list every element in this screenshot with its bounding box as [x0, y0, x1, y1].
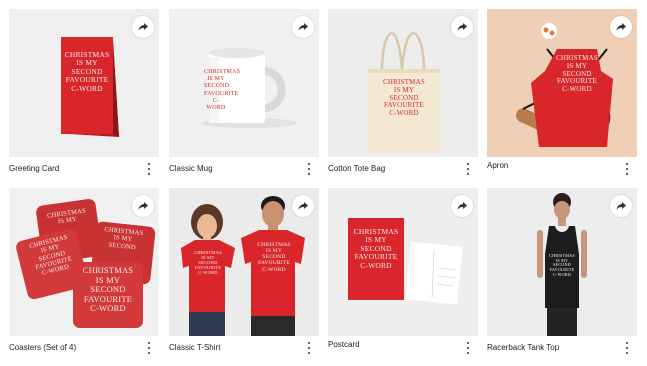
product-image[interactable]: CHRISTMAS IS MY SECOND FAVOURITE C-WORD CHRI…: [169, 188, 319, 336]
more-vertical-icon: [626, 163, 628, 165]
design-print: CHRISTMAS IS MY SECOND FAVOURITE C-WORD: [194, 250, 222, 276]
more-vertical-icon: [148, 342, 150, 344]
share-button[interactable]: [292, 16, 314, 38]
product-title[interactable]: Cotton Tote Bag: [328, 164, 385, 173]
product-card-classic-mug[interactable]: CHRISTMAS IS MY SECOND FAVOURITE C-WORD Clas…: [169, 9, 319, 179]
product-title[interactable]: Classic Mug: [169, 164, 213, 173]
more-vertical-icon: [308, 163, 310, 165]
product-meta: Coasters (Set of 4): [9, 336, 159, 358]
design-print: CHRISTMAS IS MY SECOND FAVOURITE C-WORD: [383, 78, 425, 118]
product-image[interactable]: CHRISTMAS IS MY SECOND FAVOURITE C-WORD: [487, 188, 637, 336]
product-meta: Apron: [487, 157, 637, 179]
product-title[interactable]: Apron: [487, 161, 508, 170]
product-card-apron[interactable]: CHRISTMAS IS MY SECOND FAVOURITE C-WORD Apro…: [487, 9, 637, 179]
share-arrow-icon: [616, 202, 626, 210]
share-arrow-icon: [616, 23, 626, 31]
product-image[interactable]: CHRISTMAS IS MY SECOND FAVOURITE C-WORD: [169, 9, 319, 157]
design-print: CHRISTMAS IS MY SECOND FAVOURITE C-WORD: [257, 242, 291, 273]
more-vertical-icon: [467, 163, 469, 165]
design-print: CHRISTMAS IS MY SECOND FAVOURITE C-WORD: [64, 50, 110, 93]
design-print: CHRISTMAS IS MY SECOND FAVOURITE C-WORD: [549, 253, 575, 277]
product-image[interactable]: CHRISTMAS IS MY CHRISTMAS IS MY SECOND CHRI…: [9, 188, 159, 336]
share-arrow-icon: [138, 23, 148, 31]
more-vertical-icon: [626, 342, 628, 344]
product-image[interactable]: CHRISTMAS IS MY SECOND FAVOURITE C-WORD: [328, 9, 478, 157]
share-button[interactable]: [610, 16, 632, 38]
product-title[interactable]: Greeting Card: [9, 164, 59, 173]
product-title[interactable]: Classic T-Shirt: [169, 343, 220, 352]
product-card-postcard[interactable]: CHRISTMAS IS MY SECOND FAVOURITE C-WORD Post…: [328, 188, 478, 358]
more-options-button[interactable]: [624, 342, 630, 354]
product-meta: Racerback Tank Top: [487, 336, 637, 358]
share-arrow-icon: [138, 202, 148, 210]
product-card-greeting-card[interactable]: CHRISTMAS IS MY SECOND FAVOURITE C-WORD Gree…: [9, 9, 159, 179]
share-button[interactable]: [451, 195, 473, 217]
product-title[interactable]: Coasters (Set of 4): [9, 343, 76, 352]
product-meta: Classic Mug: [169, 157, 319, 179]
more-options-button[interactable]: [465, 342, 471, 354]
product-card-cotton-tote-bag[interactable]: CHRISTMAS IS MY SECOND FAVOURITE C-WORD Cott…: [328, 9, 478, 179]
product-meta: Greeting Card: [9, 157, 159, 179]
share-button[interactable]: [132, 195, 154, 217]
more-vertical-icon: [148, 163, 150, 165]
product-card-racerback-tank-top[interactable]: CHRISTMAS IS MY SECOND FAVOURITE C-WORD Race…: [487, 188, 637, 358]
share-button[interactable]: [132, 16, 154, 38]
share-button[interactable]: [292, 195, 314, 217]
product-card-classic-tshirt[interactable]: CHRISTMAS IS MY SECOND FAVOURITE C-WORD CHRI…: [169, 188, 319, 358]
more-vertical-icon: [467, 342, 469, 344]
product-meta: Classic T-Shirt: [169, 336, 319, 358]
product-image[interactable]: CHRISTMAS IS MY SECOND FAVOURITE C-WORD: [9, 9, 159, 157]
more-options-button[interactable]: [306, 342, 312, 354]
design-print: CHRISTMAS IS MY SECOND FAVOURITE C-WORD: [556, 54, 598, 94]
more-options-button[interactable]: [146, 163, 152, 175]
product-image[interactable]: CHRISTMAS IS MY SECOND FAVOURITE C-WORD: [487, 9, 637, 157]
product-grid: CHRISTMAS IS MY SECOND FAVOURITE C-WORD Gree…: [0, 0, 647, 366]
share-button[interactable]: [610, 195, 632, 217]
share-button[interactable]: [451, 16, 473, 38]
product-meta: Postcard: [328, 336, 478, 358]
product-title[interactable]: Postcard: [328, 340, 360, 349]
share-arrow-icon: [457, 23, 467, 31]
design-print: CHRISTMAS IS MY SECOND FAVOURITE C-WORD: [353, 227, 399, 270]
more-options-button[interactable]: [146, 342, 152, 354]
product-title[interactable]: Racerback Tank Top: [487, 343, 559, 352]
product-image[interactable]: CHRISTMAS IS MY SECOND FAVOURITE C-WORD: [328, 188, 478, 336]
share-arrow-icon: [298, 202, 308, 210]
more-vertical-icon: [308, 342, 310, 344]
product-card-coasters[interactable]: CHRISTMAS IS MY CHRISTMAS IS MY SECOND CHRI…: [9, 188, 159, 358]
share-arrow-icon: [457, 202, 467, 210]
product-meta: Cotton Tote Bag: [328, 157, 478, 179]
design-print: CHRISTMAS IS MY SECOND FAVOURITE C-WORD: [82, 265, 134, 314]
more-options-button[interactable]: [624, 163, 630, 175]
share-arrow-icon: [298, 23, 308, 31]
more-options-button[interactable]: [465, 163, 471, 175]
design-print: CHRISTMAS IS MY SECOND FAVOURITE C-WORD: [204, 69, 241, 111]
more-options-button[interactable]: [306, 163, 312, 175]
